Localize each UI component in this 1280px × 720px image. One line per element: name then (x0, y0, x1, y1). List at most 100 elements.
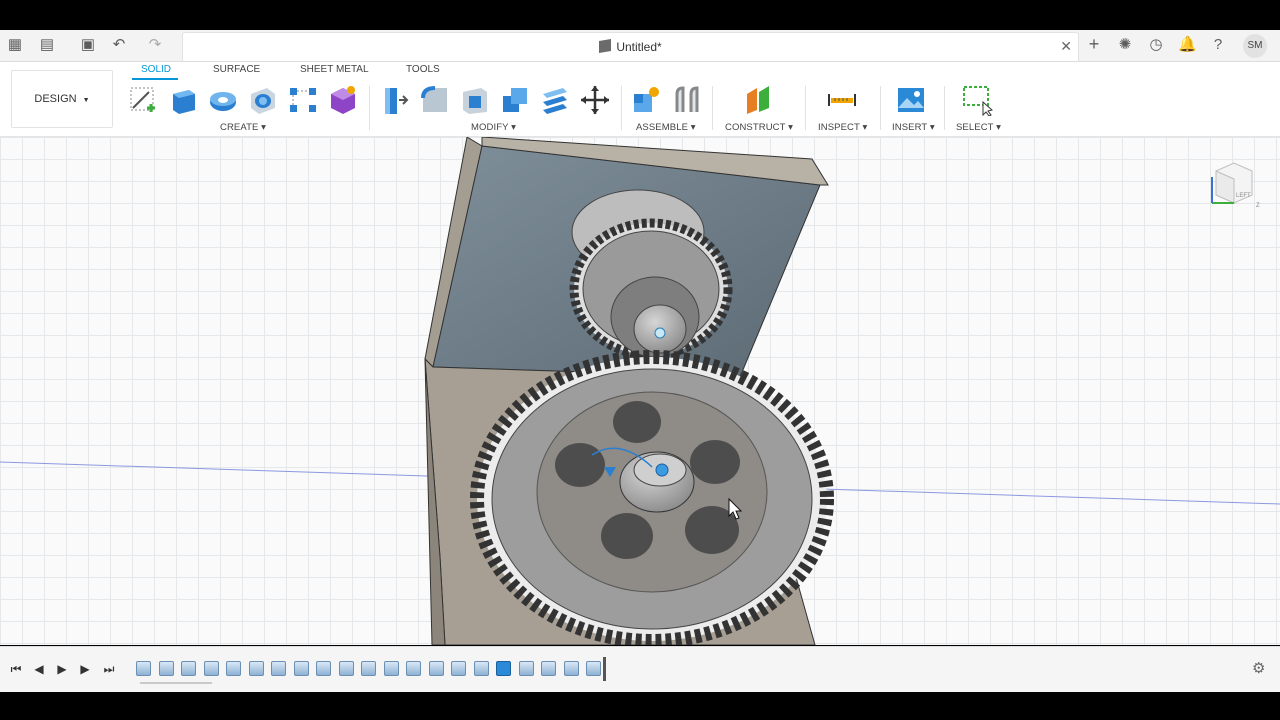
ring-gear-origin-point (655, 463, 669, 477)
model-canvas[interactable] (0, 137, 1280, 645)
new-component-icon[interactable] (630, 84, 662, 116)
notifications-icon[interactable]: 🔔 (1178, 36, 1197, 54)
construct-label: CONSTRUCT (725, 122, 786, 133)
timeline-feature-icon[interactable] (383, 661, 399, 676)
file-menu-icon[interactable]: ▤ (38, 36, 56, 54)
timeline-feature-icon[interactable] (473, 661, 489, 676)
timeline-feature-icon[interactable] (563, 661, 579, 676)
combine-icon[interactable] (499, 84, 531, 116)
document-cube-icon (599, 38, 612, 54)
timeline-feature-icon[interactable] (316, 661, 331, 676)
hole-icon[interactable] (247, 84, 279, 116)
redo-icon[interactable]: ↷ (146, 36, 164, 54)
step-forward-icon[interactable]: ▶ (77, 661, 93, 677)
timeline: ⏮ ◀ ▶ ▶ ⏭ ⚙ (0, 646, 1280, 692)
create-sketch-icon[interactable] (127, 84, 159, 116)
timeline-feature-icon[interactable] (203, 661, 219, 676)
ring-gear-hole (690, 440, 740, 484)
timeline-feature-icon[interactable] (586, 661, 601, 676)
extensions-icon[interactable]: ✺ (1116, 36, 1134, 54)
canvas-viewport[interactable]: LEFT Z (0, 137, 1280, 645)
ring-gear-hole (613, 401, 661, 443)
extrude-icon[interactable] (167, 84, 199, 116)
group-divider (805, 86, 806, 130)
tab-surface[interactable]: SURFACE (213, 64, 260, 75)
viewcube[interactable]: LEFT Z (1206, 157, 1264, 215)
assemble-menu[interactable]: ASSEMBLE ▾ (636, 122, 696, 133)
group-divider (712, 86, 713, 130)
document-title-wrap: Untitled* (183, 38, 1078, 54)
modify-menu[interactable]: MODIFY ▾ (471, 122, 516, 133)
tab-solid[interactable]: SOLID (141, 64, 171, 75)
tab-tools[interactable]: TOOLS (406, 64, 440, 75)
inspect-menu[interactable]: INSPECT ▾ (818, 122, 867, 133)
timeline-feature-icon[interactable] (158, 661, 174, 676)
ring-gear-hole (555, 443, 605, 487)
insert-label: INSERT (892, 122, 928, 133)
timeline-feature-icon[interactable] (496, 661, 511, 676)
toolbar: DESIGN ▼ SOLID SURFACE SHEET METAL TOOLS… (0, 62, 1280, 137)
timeline-feature-icon[interactable] (271, 661, 286, 676)
timeline-feature-icon[interactable] (293, 661, 309, 676)
timeline-feature-icon[interactable] (541, 661, 556, 676)
assemble-label: ASSEMBLE (636, 122, 689, 133)
create-menu[interactable]: CREATE ▾ (220, 122, 266, 133)
create-form-icon[interactable] (327, 84, 359, 116)
timeline-feature-icon[interactable] (518, 661, 534, 676)
tab-sheet-metal[interactable]: SHEET METAL (300, 64, 369, 75)
step-back-icon[interactable]: ◀ (31, 661, 47, 677)
inspect-label: INSPECT (818, 122, 860, 133)
go-to-start-icon[interactable]: ⏮ (8, 661, 24, 677)
press-pull-icon[interactable] (379, 84, 411, 116)
group-divider (369, 86, 370, 130)
joint-icon[interactable] (671, 84, 703, 116)
insert-menu[interactable]: INSERT ▾ (892, 122, 935, 133)
pattern-icon[interactable] (287, 84, 319, 116)
timeline-feature-icon[interactable] (361, 661, 376, 676)
offset-plane-icon[interactable] (743, 84, 775, 116)
select-label: SELECT (956, 122, 994, 133)
viewcube-face-label: LEFT (1236, 193, 1251, 199)
help-icon[interactable]: ? (1209, 36, 1227, 54)
measure-icon[interactable] (826, 84, 858, 116)
gear-icon[interactable]: ⚙ (1252, 661, 1268, 677)
group-divider (880, 86, 881, 130)
workspace-label: DESIGN (34, 93, 77, 105)
insert-canvas-icon[interactable] (895, 84, 927, 116)
job-status-icon[interactable]: ◷ (1147, 36, 1165, 54)
timeline-feature-icon[interactable] (451, 661, 466, 676)
timeline-feature-icon[interactable] (181, 661, 196, 676)
timeline-feature-icon[interactable] (136, 661, 151, 676)
timeline-marker[interactable] (603, 657, 606, 681)
document-tab[interactable]: Untitled* ✕ (182, 32, 1079, 61)
group-divider (621, 86, 622, 130)
move-icon[interactable] (579, 84, 611, 116)
chevron-down-icon: ▼ (82, 97, 90, 104)
new-tab-icon[interactable]: + (1085, 35, 1103, 53)
undo-icon[interactable]: ↶ (110, 36, 128, 54)
save-icon[interactable]: ▣ (79, 36, 97, 54)
grid-menu-icon[interactable]: ▦ (6, 36, 24, 54)
timeline-feature-icon[interactable] (248, 661, 264, 676)
fillet-icon[interactable] (419, 84, 451, 116)
window-select-icon[interactable] (961, 84, 993, 116)
select-menu[interactable]: SELECT ▾ (956, 122, 1001, 133)
user-avatar[interactable]: SM (1243, 34, 1267, 58)
construct-menu[interactable]: CONSTRUCT ▾ (725, 122, 793, 133)
split-body-icon[interactable] (539, 84, 571, 116)
close-tab-icon[interactable]: ✕ (1060, 38, 1072, 55)
timeline-feature-icon[interactable] (338, 661, 354, 676)
play-icon[interactable]: ▶ (54, 661, 70, 677)
create-label: CREATE (220, 122, 259, 133)
document-title: Untitled* (616, 40, 662, 54)
timeline-feature-icon[interactable] (406, 661, 421, 676)
timeline-feature-icon[interactable] (226, 661, 241, 676)
timeline-track (140, 682, 212, 684)
timeline-feature-icon[interactable] (428, 661, 444, 676)
go-to-end-icon[interactable]: ⏭ (101, 661, 117, 677)
ring-gear-hole (601, 513, 653, 559)
shell-icon[interactable] (459, 84, 491, 116)
group-divider (944, 86, 945, 130)
revolve-icon[interactable] (207, 84, 239, 116)
workspace-switcher-button[interactable]: DESIGN ▼ (11, 70, 113, 128)
